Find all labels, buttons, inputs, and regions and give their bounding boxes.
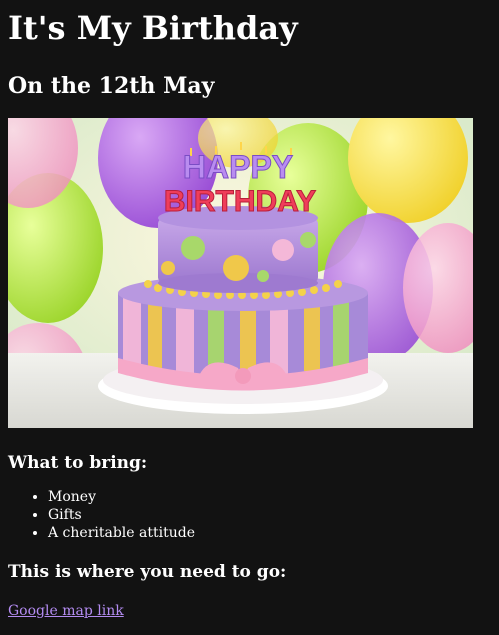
page-title: It's My Birthday bbox=[8, 9, 298, 47]
what-to-bring-heading: What to bring: bbox=[8, 453, 148, 473]
list-item: A cheritable attitude bbox=[48, 524, 491, 542]
list-item: Money bbox=[48, 488, 491, 506]
birthday-cake-image: HAPPY BIRTHDAY bbox=[8, 118, 473, 428]
list-item: Gifts bbox=[48, 506, 491, 524]
cake-text-happy: HAPPY bbox=[183, 149, 293, 185]
page: It's My Birthday On the 12th May HAPPY B… bbox=[0, 0, 499, 620]
bring-list: Money Gifts A cheritable attitude bbox=[8, 488, 491, 542]
cake-text-birthday: BIRTHDAY bbox=[164, 185, 316, 218]
google-map-link[interactable]: Google map link bbox=[8, 602, 124, 620]
location-heading: This is where you need to go: bbox=[8, 562, 287, 582]
page-subtitle-date: On the 12th May bbox=[8, 73, 215, 99]
